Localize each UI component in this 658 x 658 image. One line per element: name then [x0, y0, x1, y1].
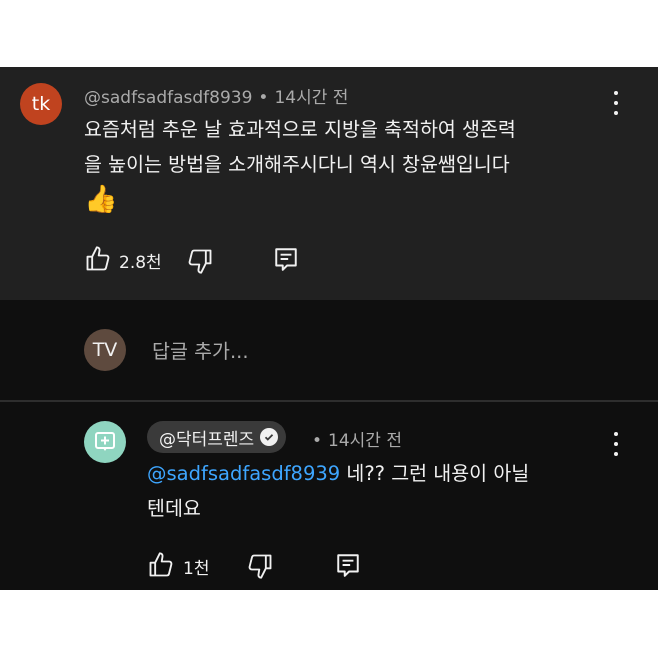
- reply-icon[interactable]: [335, 552, 361, 578]
- divider: [0, 400, 658, 402]
- reply-like-count: 1천: [183, 559, 210, 579]
- thumbs-up-icon[interactable]: [147, 551, 175, 579]
- reply-text-rest: 네?? 그런 내용이 아닐: [340, 462, 530, 485]
- comment-time[interactable]: 14시간 전: [274, 88, 348, 108]
- thumbs-down-icon[interactable]: [246, 552, 274, 580]
- current-user-avatar[interactable]: TV: [84, 329, 126, 371]
- thumbs-up-icon[interactable]: [84, 245, 112, 273]
- thumbs-up-emoji: 👍: [84, 184, 118, 215]
- comment-text-line-1: 요즘처럼 추운 날 효과적으로 지방을 축적하여 생존력: [84, 118, 516, 141]
- comment-author[interactable]: @sadfsadfasdf8939: [84, 88, 252, 108]
- channel-owner-badge[interactable]: @닥터프렌즈: [147, 421, 287, 453]
- reply-icon[interactable]: [273, 246, 299, 272]
- add-reply-input[interactable]: 답글 추가...: [152, 335, 249, 364]
- more-vert-icon[interactable]: [606, 91, 626, 115]
- comment-meta: @sadfsadfasdf8939 • 14시간 전: [84, 83, 348, 108]
- avatar[interactable]: tk: [20, 83, 62, 125]
- reply-meta: • 14시간 전: [312, 426, 402, 451]
- more-vert-icon[interactable]: [606, 432, 626, 456]
- current-user-initials: TV: [92, 339, 118, 361]
- reply-time[interactable]: 14시간 전: [328, 431, 402, 451]
- reply-text-line-1: @sadfsadfasdf8939 네?? 그런 내용이 아닐: [147, 457, 529, 491]
- comment-thread: tk @sadfsadfasdf8939 • 14시간 전 요즘처럼 추운 날 효과…: [0, 67, 658, 300]
- reply-author: @닥터프렌즈: [159, 429, 255, 450]
- medical-cross-icon: [95, 432, 115, 451]
- thumbs-down-icon[interactable]: [186, 247, 214, 275]
- meta-separator: •: [312, 431, 323, 451]
- mention-link[interactable]: @sadfsadfasdf8939: [147, 462, 340, 485]
- channel-avatar[interactable]: [84, 421, 126, 463]
- like-count: 2.8천: [119, 253, 162, 273]
- reply-text-line-2: 텐데요: [147, 497, 201, 520]
- comment-text-line-2: 을 높이는 방법을 소개해주시다니 역시 창윤쌤입니다: [84, 153, 510, 176]
- meta-separator: •: [258, 88, 269, 108]
- verified-check-icon: [260, 428, 279, 446]
- comments-panel: tk @sadfsadfasdf8939 • 14시간 전 요즘처럼 추운 날 효과…: [0, 67, 658, 590]
- avatar-initials: tk: [31, 93, 51, 115]
